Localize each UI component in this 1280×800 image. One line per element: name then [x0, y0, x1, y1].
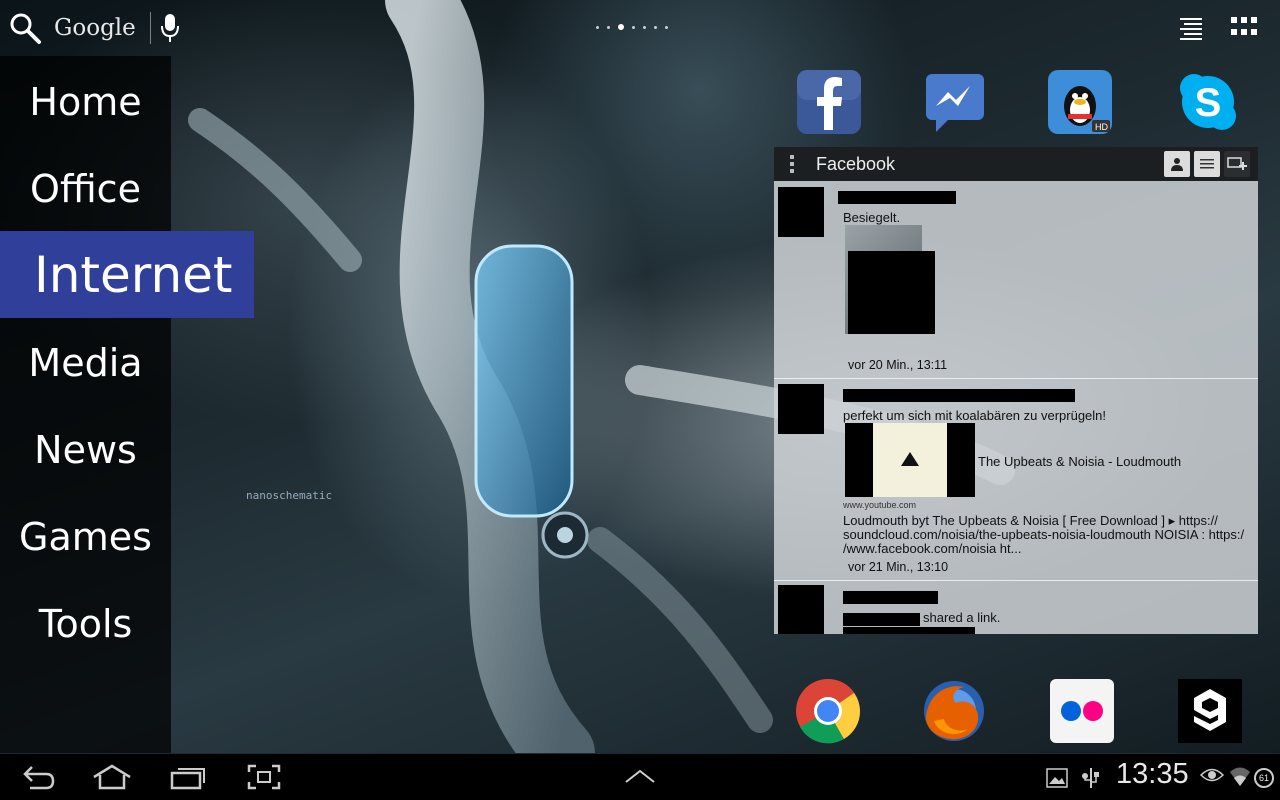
post-timestamp: vor 21 Min., 13:10 [848, 560, 949, 574]
avatar[interactable] [778, 187, 824, 237]
menu-item-media[interactable]: Media [0, 319, 171, 406]
menu-item-office[interactable]: Office [0, 145, 171, 232]
firefox-icon[interactable] [920, 677, 988, 745]
redacted-photo [848, 251, 935, 334]
back-button[interactable] [22, 764, 56, 790]
avatar[interactable] [778, 585, 824, 634]
redacted-author [843, 613, 920, 626]
menu-item-internet[interactable]: Internet [0, 231, 254, 318]
menu-item-home[interactable]: Home [0, 58, 171, 145]
search-separator [149, 12, 151, 44]
wifi-icon[interactable] [1228, 764, 1252, 788]
usb-notification-icon[interactable] [1080, 766, 1102, 790]
menu-item-news[interactable]: News [0, 406, 171, 493]
facebook-widget-header: Facebook [774, 147, 1258, 181]
facebook-widget[interactable]: Facebook Besiegelt. vor 20 Min., 13:11 p… [774, 147, 1258, 634]
post-text: shared a link. [923, 610, 1001, 625]
qq-hd-icon[interactable]: HD [1046, 68, 1114, 136]
redacted-text [843, 627, 975, 634]
link-thumbnail[interactable] [845, 423, 975, 497]
svg-text:S: S [1195, 81, 1222, 125]
feed-post[interactable]: Besiegelt. vor 20 Min., 13:11 [774, 181, 1258, 376]
skype-icon[interactable]: S [1174, 68, 1242, 136]
facebook-icon[interactable] [795, 68, 863, 136]
person-icon [1171, 158, 1183, 171]
google-search-bar[interactable]: Google [8, 8, 181, 48]
facebook-widget-title: Facebook [816, 153, 896, 174]
battery-indicator[interactable]: 61 [1254, 768, 1274, 788]
google-label[interactable]: Google [54, 15, 136, 41]
recent-apps-button[interactable] [170, 764, 206, 790]
redacted-author [843, 389, 1075, 402]
menu-item-games[interactable]: Games [0, 493, 171, 580]
search-icon[interactable] [8, 11, 42, 45]
post-text: perfekt um sich mit koalabären zu verprü… [843, 408, 1107, 423]
link-description: soundcloud.com/noisia/the-upbeats-noisia… [843, 527, 1245, 542]
home-button[interactable] [91, 764, 133, 790]
gallery-notification-icon[interactable] [1046, 768, 1068, 788]
menu-item-tools[interactable]: Tools [0, 580, 171, 667]
compose-icon [1227, 157, 1247, 170]
feed-post[interactable]: shared a link. [774, 581, 1258, 634]
eye-icon[interactable] [1200, 766, 1224, 784]
chrome-icon[interactable] [794, 677, 862, 745]
link-title[interactable]: The Upbeats & Noisia - Loudmouth [978, 454, 1181, 469]
redacted-author [838, 191, 956, 204]
9gag-icon[interactable] [1176, 677, 1244, 745]
list-icon [1200, 159, 1214, 169]
link-description: /www.facebook.com/noisia ht... [843, 541, 1022, 556]
page-indicator [596, 24, 668, 30]
screenshot-button[interactable] [247, 764, 281, 790]
profile-view-button[interactable] [1164, 151, 1190, 177]
chevron-up-icon[interactable] [624, 768, 656, 784]
post-timestamp: vor 20 Min., 13:11 [848, 358, 948, 372]
logo-triangle-icon [901, 452, 919, 466]
post-text: Besiegelt. [843, 210, 901, 225]
link-domain[interactable]: www.youtube.com [843, 500, 916, 510]
list-view-button[interactable] [1194, 151, 1220, 177]
feed-post[interactable]: perfekt um sich mit koalabären zu verprü… [774, 379, 1258, 579]
widgets-list-icon[interactable] [1178, 14, 1204, 40]
svg-text:nanoschematic: nanoschematic [246, 489, 332, 502]
drag-handle-icon[interactable] [790, 155, 794, 173]
redacted-author [843, 591, 938, 604]
system-navigation-bar: 13:35 61 [0, 753, 1280, 800]
flickr-icon[interactable] [1048, 677, 1116, 745]
svg-text:HD: HD [1095, 122, 1108, 132]
messenger-icon[interactable] [922, 68, 990, 136]
compose-post-button[interactable] [1224, 151, 1250, 177]
clock[interactable]: 13:35 [1116, 758, 1189, 791]
microphone-icon[interactable] [159, 11, 181, 45]
avatar[interactable] [778, 384, 824, 434]
app-drawer-icon[interactable] [1230, 14, 1258, 40]
